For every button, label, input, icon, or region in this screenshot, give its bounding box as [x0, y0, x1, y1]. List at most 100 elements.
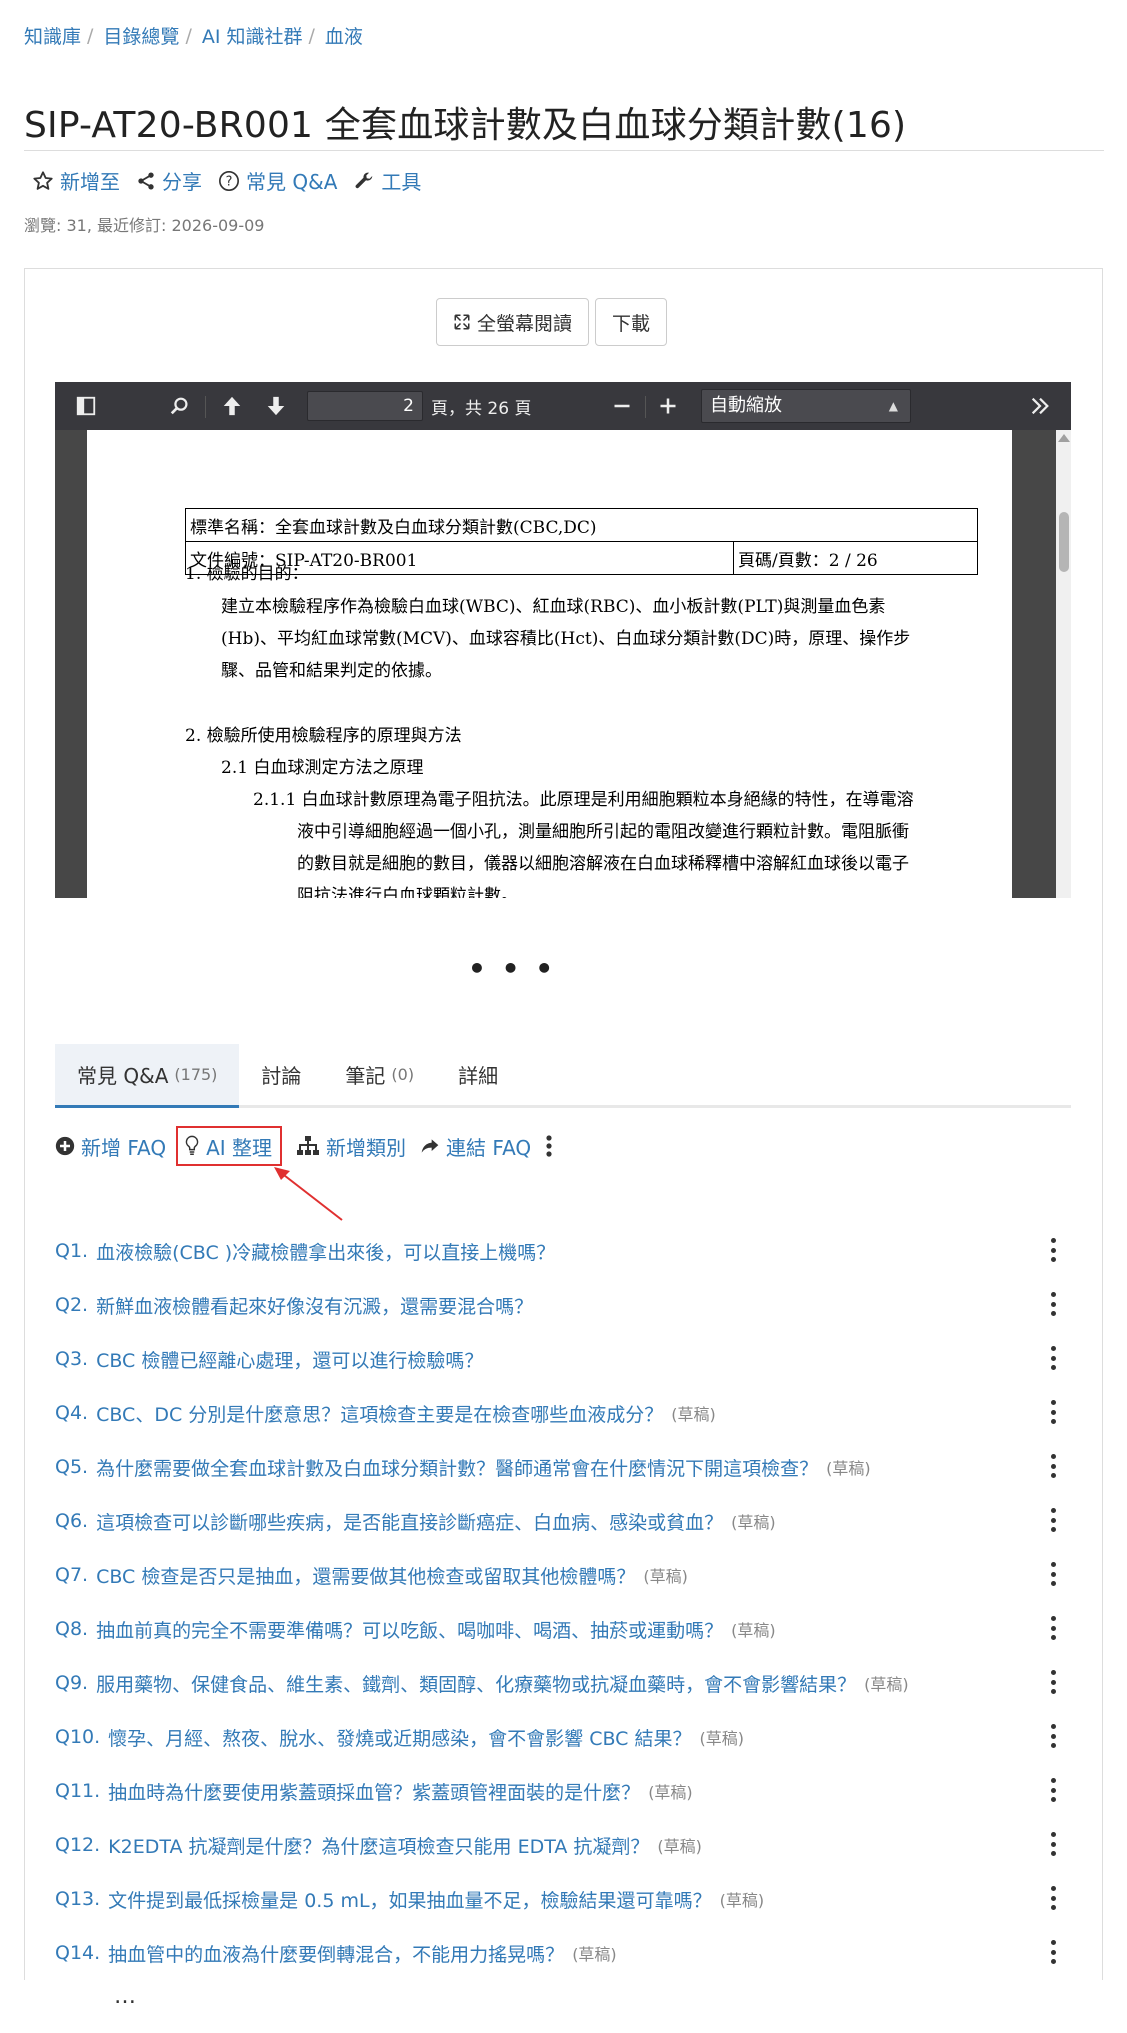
- page-title: SIP-AT20-BR001 全套血球計數及白血球分類計數(16): [24, 105, 907, 146]
- share-button[interactable]: 分享: [136, 166, 202, 195]
- vertical-dots-icon[interactable]: [1049, 1778, 1057, 1802]
- ai-organize-label: AI 整理: [206, 1135, 273, 1160]
- previous-page-icon[interactable]: [217, 392, 247, 420]
- link-faq-button[interactable]: 連結 FAQ: [420, 1126, 531, 1166]
- faq-list: Q1. 血液檢驗(CBC )冷藏檢體拿出來後，可以直接上機嗎？ Q2. 新鮮血液檢體看…: [55, 1224, 1071, 1980]
- draft-badge: (草稿): [699, 1729, 745, 1748]
- doc-paragraph-line: (Hb)、平均紅血球常數(MCV)、血球容積比(Hct)、白血球分類計數(DC)…: [221, 629, 911, 649]
- faq-question-link[interactable]: 新鮮血液檢體看起來好像沒有沉澱，還需要混合嗎？: [96, 1292, 533, 1319]
- doc-page-info: 頁碼/頁數：2 / 26: [733, 541, 978, 575]
- faq-item[interactable]: Q7. CBC 檢查是否只是抽血，還需要做其他檢查或留取其他檢體嗎？ (草稿): [55, 1548, 1071, 1602]
- faq-question-link[interactable]: 抽血時為什麼要使用紫蓋頭採血管？紫蓋頭管裡面裝的是什麼？: [108, 1778, 640, 1805]
- pdf-page: 標準名稱：全套血球計數及白血球分類計數(CBC,DC) 文件編號：SIP-AT2…: [87, 430, 1012, 898]
- tab-faq[interactable]: 常見 Q&A (175): [55, 1044, 240, 1108]
- faq-number: Q11.: [55, 1780, 101, 1802]
- ai-organize-button[interactable]: AI 整理: [176, 1126, 283, 1166]
- more-items-indicator: …: [114, 1984, 137, 2009]
- faq-item[interactable]: Q1. 血液檢驗(CBC )冷藏檢體拿出來後，可以直接上機嗎？: [55, 1224, 1071, 1278]
- zoom-out-icon[interactable]: [607, 392, 637, 420]
- tools-label: 工具: [381, 170, 422, 194]
- faq-item[interactable]: Q6. 這項檢查可以診斷哪些疾病，是否能直接診斷癌症、白血病、感染或貧血？ (草稿): [55, 1494, 1071, 1548]
- faq-question-link[interactable]: CBC 檢體已經離心處理，還可以進行檢驗嗎？: [96, 1346, 483, 1373]
- faq-number: Q3.: [55, 1348, 89, 1370]
- faq-button[interactable]: ? 常見 Q&A: [218, 166, 337, 195]
- vertical-dots-icon[interactable]: [1049, 1886, 1057, 1910]
- pdf-scrollbar[interactable]: [1056, 430, 1071, 898]
- draft-badge: (草稿): [671, 1405, 716, 1424]
- faq-question-link[interactable]: 文件提到最低採檢量是 0.5 mL，如果抽血量不足，檢驗結果還可靠嗎？: [108, 1886, 711, 1913]
- tab-details[interactable]: 詳細: [436, 1044, 520, 1105]
- faq-number: Q9.: [55, 1672, 89, 1694]
- scroll-up-arrow-icon[interactable]: [1058, 434, 1070, 442]
- vertical-dots-icon[interactable]: [1049, 1724, 1057, 1748]
- faq-item[interactable]: Q3. CBC 檢體已經離心處理，還可以進行檢驗嗎？: [55, 1332, 1071, 1386]
- faq-item[interactable]: Q14. 抽血管中的血液為什麼要倒轉混合，不能用力搖晃嗎？ (草稿): [55, 1926, 1071, 1980]
- breadcrumb-item-ai-community[interactable]: AI 知識社群: [202, 22, 303, 49]
- next-page-icon[interactable]: [261, 392, 291, 420]
- vertical-dots-icon[interactable]: [1049, 1238, 1057, 1262]
- zoom-in-icon[interactable]: [653, 392, 683, 420]
- faq-item[interactable]: Q2. 新鮮血液檢體看起來好像沒有沉澱，還需要混合嗎？: [55, 1278, 1071, 1332]
- faq-question-link[interactable]: CBC、DC 分別是什麼意思？這項檢查主要是在檢查哪些血液成分？: [96, 1400, 663, 1427]
- faq-item[interactable]: Q9. 服用藥物、保健食品、維生素、鐵劑、類固醇、化療藥物或抗凝血藥時，會不會影響…: [55, 1656, 1071, 1710]
- breadcrumb-item-blood[interactable]: 血液: [325, 22, 363, 49]
- faq-question-link[interactable]: 抽血管中的血液為什麼要倒轉混合，不能用力搖晃嗎？: [108, 1940, 564, 1967]
- faq-item[interactable]: Q11. 抽血時為什麼要使用紫蓋頭採血管？紫蓋頭管裡面裝的是什麼？ (草稿): [55, 1764, 1071, 1818]
- tab-label: 筆記: [345, 1064, 386, 1088]
- draft-badge: (草稿): [648, 1783, 693, 1802]
- zoom-select[interactable]: 自動縮放 ▲: [701, 389, 911, 423]
- search-icon[interactable]: [165, 392, 195, 420]
- draft-badge: (草稿): [731, 1621, 776, 1640]
- faq-question-link[interactable]: 懷孕、月經、熬夜、脫水、發燒或近期感染，會不會影響 CBC 結果？: [108, 1724, 691, 1751]
- vertical-dots-icon[interactable]: [1049, 1508, 1057, 1532]
- vertical-dots-icon[interactable]: [1049, 1670, 1057, 1694]
- download-button[interactable]: 下載: [595, 298, 668, 346]
- tab-notes[interactable]: 筆記 (0): [323, 1044, 436, 1105]
- tools-button[interactable]: 工具: [353, 166, 421, 195]
- faq-label: 常見 Q&A: [246, 170, 338, 194]
- faq-number: Q10.: [55, 1726, 101, 1748]
- expand-icon: [454, 314, 470, 330]
- vertical-dots-icon[interactable]: [1049, 1454, 1057, 1478]
- add-to-button[interactable]: 新增至: [32, 166, 120, 195]
- page-number-input[interactable]: 2: [307, 391, 423, 421]
- vertical-dots-icon[interactable]: [1049, 1292, 1057, 1316]
- tab-discussion[interactable]: 討論: [239, 1044, 323, 1105]
- faq-number: Q1.: [55, 1240, 89, 1262]
- page-count-label: 頁，共 26 頁: [431, 399, 532, 419]
- faq-question-link[interactable]: 抽血前真的完全不需要準備嗎？可以吃飯、喝咖啡、喝酒、抽菸或運動嗎？: [96, 1616, 723, 1643]
- sidebar-toggle-icon[interactable]: [71, 392, 101, 420]
- pdf-scroll-thumb[interactable]: [1059, 512, 1069, 572]
- faq-question-link[interactable]: K2EDTA 抗凝劑是什麼？為什麼這項檢查只能用 EDTA 抗凝劑？: [108, 1832, 649, 1859]
- breadcrumb-item-knowledge-base[interactable]: 知識庫: [24, 22, 81, 49]
- select-caret-icon: ▲: [888, 399, 898, 413]
- vertical-dots-icon[interactable]: [1049, 1616, 1057, 1640]
- faq-question-link[interactable]: 這項檢查可以診斷哪些疾病，是否能直接診斷癌症、白血病、感染或貧血？: [96, 1508, 723, 1535]
- vertical-dots-icon[interactable]: [1049, 1346, 1057, 1370]
- svg-text:?: ?: [226, 174, 233, 189]
- vertical-dots-icon[interactable]: [1049, 1940, 1057, 1964]
- vertical-dots-icon[interactable]: [1049, 1832, 1057, 1856]
- faq-item[interactable]: Q5. 為什麼需要做全套血球計數及白血球分類計數？醫師通常會在什麼情況下開這項檢查…: [55, 1440, 1071, 1494]
- download-label: 下載: [612, 312, 651, 335]
- vertical-dots-icon[interactable]: [1049, 1400, 1057, 1424]
- add-faq-button[interactable]: 新增 FAQ: [55, 1126, 166, 1166]
- faq-question-link[interactable]: 為什麼需要做全套血球計數及白血球分類計數？醫師通常會在什麼情況下開這項檢查？: [96, 1454, 818, 1481]
- faq-more-menu[interactable]: [545, 1126, 559, 1166]
- fullscreen-button[interactable]: 全螢幕閱讀: [436, 298, 590, 346]
- faq-item[interactable]: Q4. CBC、DC 分別是什麼意思？這項檢查主要是在檢查哪些血液成分？ (草稿): [55, 1386, 1071, 1440]
- faq-question-link[interactable]: 服用藥物、保健食品、維生素、鐵劑、類固醇、化療藥物或抗凝血藥時，會不會影響結果？: [96, 1670, 856, 1697]
- add-category-button[interactable]: 新增類別: [296, 1126, 406, 1166]
- draft-badge: (草稿): [864, 1675, 909, 1694]
- faq-item[interactable]: Q13. 文件提到最低採檢量是 0.5 mL，如果抽血量不足，檢驗結果還可靠嗎？ (…: [55, 1872, 1071, 1926]
- faq-question-link[interactable]: 血液檢驗(CBC )冷藏檢體拿出來後，可以直接上機嗎？: [96, 1238, 555, 1265]
- breadcrumb-item-catalog[interactable]: 目錄總覽: [103, 22, 179, 49]
- faq-question-link[interactable]: CBC 檢查是否只是抽血，還需要做其他檢查或留取其他檢體嗎？: [96, 1562, 635, 1589]
- faq-item[interactable]: Q10. 懷孕、月經、熬夜、脫水、發燒或近期感染，會不會影響 CBC 結果？ (草稿…: [55, 1710, 1071, 1764]
- draft-badge: (草稿): [719, 1891, 765, 1910]
- faq-item[interactable]: Q8. 抽血前真的完全不需要準備嗎？可以吃飯、喝咖啡、喝酒、抽菸或運動嗎？ (草稿): [55, 1602, 1071, 1656]
- doc-paragraph-line: 建立本檢驗程序作為檢驗白血球(WBC)、紅血球(RBC)、血小板計數(PLT)與…: [221, 597, 886, 617]
- faq-item[interactable]: Q12. K2EDTA 抗凝劑是什麼？為什麼這項檢查只能用 EDTA 抗凝劑？ (草…: [55, 1818, 1071, 1872]
- vertical-dots-icon[interactable]: [1049, 1562, 1057, 1586]
- double-chevron-right-icon[interactable]: [1025, 392, 1055, 420]
